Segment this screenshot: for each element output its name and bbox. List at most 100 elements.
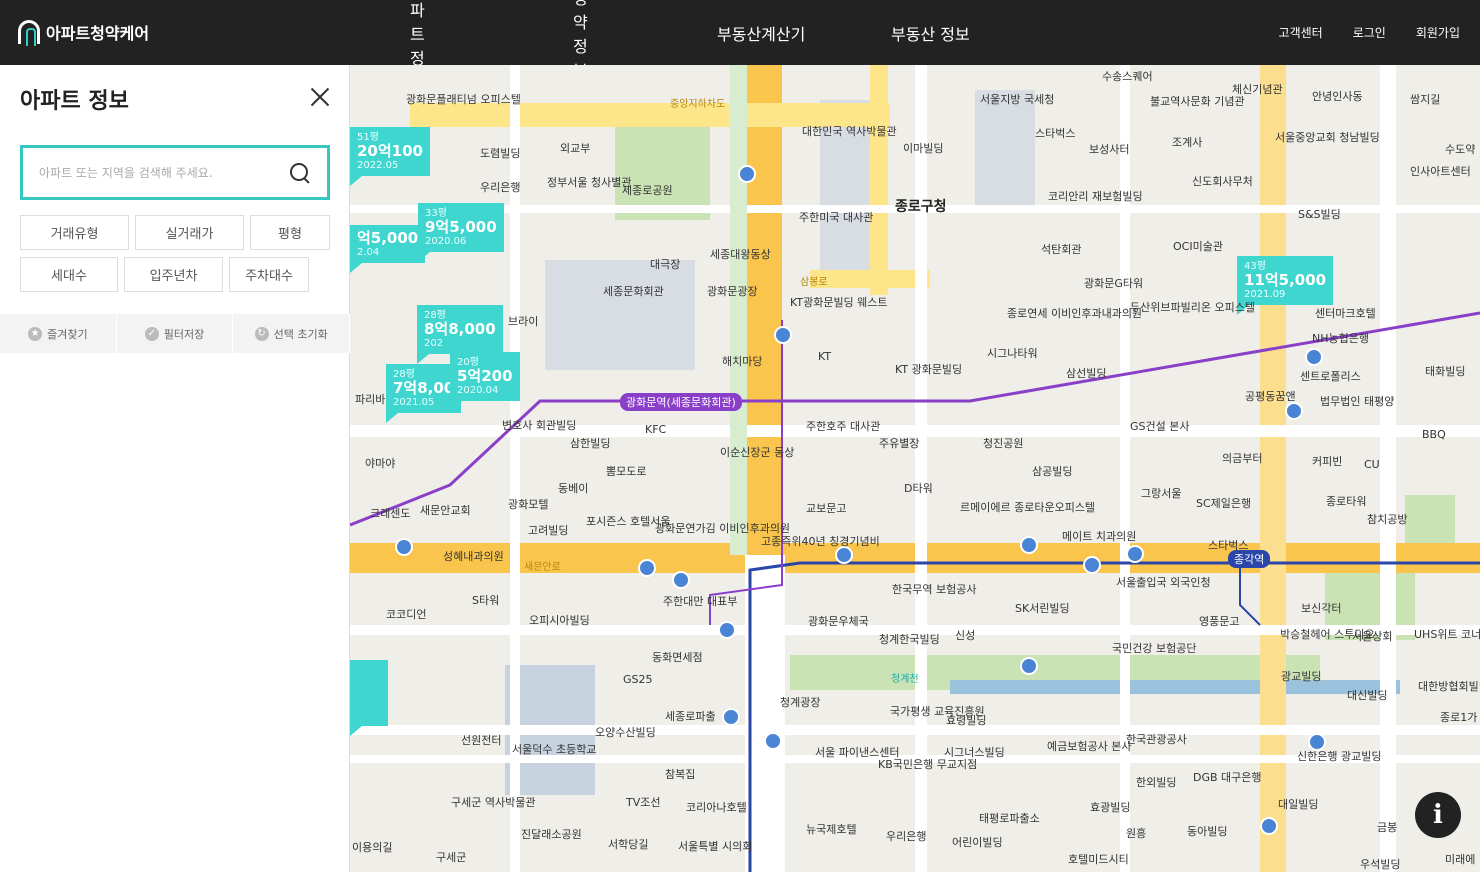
map-label: 두산위브파빌리온 오피스텔 <box>1130 301 1255 314</box>
map-label: 대극장 <box>650 258 681 271</box>
bus-stop-icon[interactable] <box>764 732 782 750</box>
bus-stop-icon[interactable] <box>1126 545 1144 563</box>
map-label: 종로타워 <box>1326 495 1367 508</box>
map-label: 구세군 역사박물관 <box>451 796 536 809</box>
info-icon[interactable]: i <box>1415 792 1461 838</box>
map-label: SC제일은행 <box>1196 497 1252 510</box>
pin-price: 8억8,000 <box>424 320 496 338</box>
station-gwanghwamun[interactable]: 광화문역(세종문화회관) <box>620 393 742 411</box>
price-pin[interactable]: 33평 9억5,000 2020.06 <box>418 203 504 261</box>
bus-stop-icon[interactable] <box>1020 657 1038 675</box>
map-label: 광화문우체국 <box>808 615 869 628</box>
map-view[interactable]: 51평 20억100 2022.05 33평 9억5,000 2020.06 억… <box>350 65 1480 872</box>
bus-stop-icon[interactable] <box>395 538 413 556</box>
map-label: S타워 <box>472 594 500 607</box>
map-label: 종로연세 이비인후과내과의원 <box>1007 307 1143 320</box>
bus-stop-icon[interactable] <box>1305 348 1323 366</box>
map-label: 파리바 <box>355 393 386 406</box>
filter-households[interactable]: 세대수 <box>20 257 118 292</box>
nav-real-estate-calculator[interactable]: 부동산계산기 <box>717 21 805 45</box>
filter-deal-type[interactable]: 거래유형 <box>20 215 129 250</box>
map-label: 메이트 치과의원 <box>1062 530 1137 543</box>
bus-stop-icon[interactable] <box>738 165 756 183</box>
map-label: 보신각터 <box>1301 602 1342 615</box>
price-pin[interactable]: 43평 11억5,000 2021.09 <box>1237 256 1334 314</box>
signup-link[interactable]: 회원가입 <box>1416 24 1460 41</box>
save-filter-label: 필터저장 <box>163 327 205 341</box>
filter-area[interactable]: 평형 <box>250 215 330 250</box>
pin-price: 7억8,00 <box>393 379 455 397</box>
bus-stop-icon[interactable] <box>638 559 656 577</box>
search-icon[interactable] <box>289 162 311 184</box>
filter-move-in-years[interactable]: 입주년차 <box>124 257 223 292</box>
map-label: 브라이 <box>508 315 539 328</box>
price-pin[interactable]: 억5,000 2.04 <box>350 225 426 272</box>
map-label: 서울지방 국세청 <box>980 93 1055 106</box>
bus-stop-icon[interactable] <box>1260 817 1278 835</box>
map-label: 광화문연가김 이비인후과의원 <box>655 522 791 535</box>
customer-center-link[interactable]: 고객센터 <box>1279 24 1323 41</box>
map-label: 성혜내과의원 <box>443 550 504 563</box>
map-label: BBQ <box>1422 428 1446 441</box>
map-label: UHS위트 코너스톤 <box>1414 628 1480 641</box>
map-label: 코리아나호텔 <box>686 801 747 814</box>
map-label: 세종문화회관 <box>603 285 664 298</box>
pin-price: 9억5,000 <box>425 218 497 236</box>
nav-real-estate-info[interactable]: 부동산 정보 <box>891 21 970 45</box>
price-pin[interactable] <box>350 660 388 736</box>
bus-stop-icon[interactable] <box>1285 402 1303 420</box>
bus-stop-icon[interactable] <box>1083 556 1101 574</box>
map-label: 삼한빌딩 <box>570 437 611 450</box>
map-label: 어린이빌딩 <box>952 836 1003 849</box>
map-label: 참복집 <box>665 768 696 781</box>
map-label: 수도약 <box>1445 143 1476 156</box>
map-label: CU <box>1364 458 1380 471</box>
map-label: GS25 <box>623 673 653 686</box>
bus-stop-icon[interactable] <box>672 571 690 589</box>
map-label: 세종로파출 <box>665 710 716 723</box>
price-pin[interactable]: 28평 8억8,000 202 <box>417 305 503 363</box>
filter-actual-price[interactable]: 실거래가 <box>135 215 244 250</box>
map-label: KFC <box>645 423 667 436</box>
filter-parking[interactable]: 주차대수 <box>229 257 309 292</box>
pin-date: 2021.05 <box>393 396 435 408</box>
price-pin[interactable]: 51평 20억100 2022.05 <box>350 127 430 185</box>
map-label: 서학당길 <box>608 838 649 851</box>
bus-stop-icon[interactable] <box>718 621 736 639</box>
bus-stop-icon[interactable] <box>722 708 740 726</box>
pin-date: 2020.06 <box>425 235 467 247</box>
bus-stop-icon[interactable] <box>774 326 792 344</box>
price-pin[interactable]: 20평 5억200 2020.04 <box>450 352 520 410</box>
map-label-road: 삼봉로 <box>800 277 828 288</box>
map-label: 법무법인 태평양 <box>1320 395 1395 408</box>
pin-price: 5억200 <box>457 367 513 385</box>
refresh-icon: ↻ <box>254 326 269 341</box>
bus-stop-icon[interactable] <box>1308 733 1326 751</box>
pin-date: 2020.04 <box>457 384 499 396</box>
bus-stop-icon[interactable] <box>835 546 853 564</box>
close-icon[interactable] <box>308 85 332 109</box>
site-logo[interactable]: 아파트청약케어 <box>18 20 149 46</box>
map-label: 센터마크호텔 <box>1315 307 1376 320</box>
station-jonggak[interactable]: 종각역 <box>1228 550 1271 568</box>
reset-selection-button[interactable]: ↻ 선택 초기화 <box>233 314 351 353</box>
login-link[interactable]: 로그인 <box>1353 24 1386 41</box>
favorites-button[interactable]: ★ 즐겨찾기 <box>0 314 117 353</box>
map-label: 신성 <box>955 629 976 642</box>
map-label: 센트로폴리스 <box>1300 370 1361 383</box>
map-label: 청계한국빌딩 <box>879 633 940 646</box>
map-label: KB국민은행 무교지점 <box>878 758 978 771</box>
map-label: D타워 <box>904 482 933 495</box>
map-label: 주유별장 <box>879 437 920 450</box>
map-label: NH농협은행 <box>1312 332 1369 345</box>
map-label: 광화문광장 <box>707 285 758 298</box>
bus-stop-icon[interactable] <box>1020 536 1038 554</box>
search-input[interactable] <box>39 165 289 180</box>
map-label: 한국무역 보험공사 <box>892 583 977 596</box>
map-label: KT 광화문빌딩 <box>895 363 963 376</box>
map-label-road: 새문안로 <box>524 562 561 573</box>
save-filter-button[interactable]: ✓ 필터저장 <box>117 314 234 353</box>
check-icon: ✓ <box>144 326 159 341</box>
map-label: 코리안리 재보험빌딩 <box>1048 190 1143 203</box>
map-label: 한국관광공사 <box>1126 733 1187 746</box>
